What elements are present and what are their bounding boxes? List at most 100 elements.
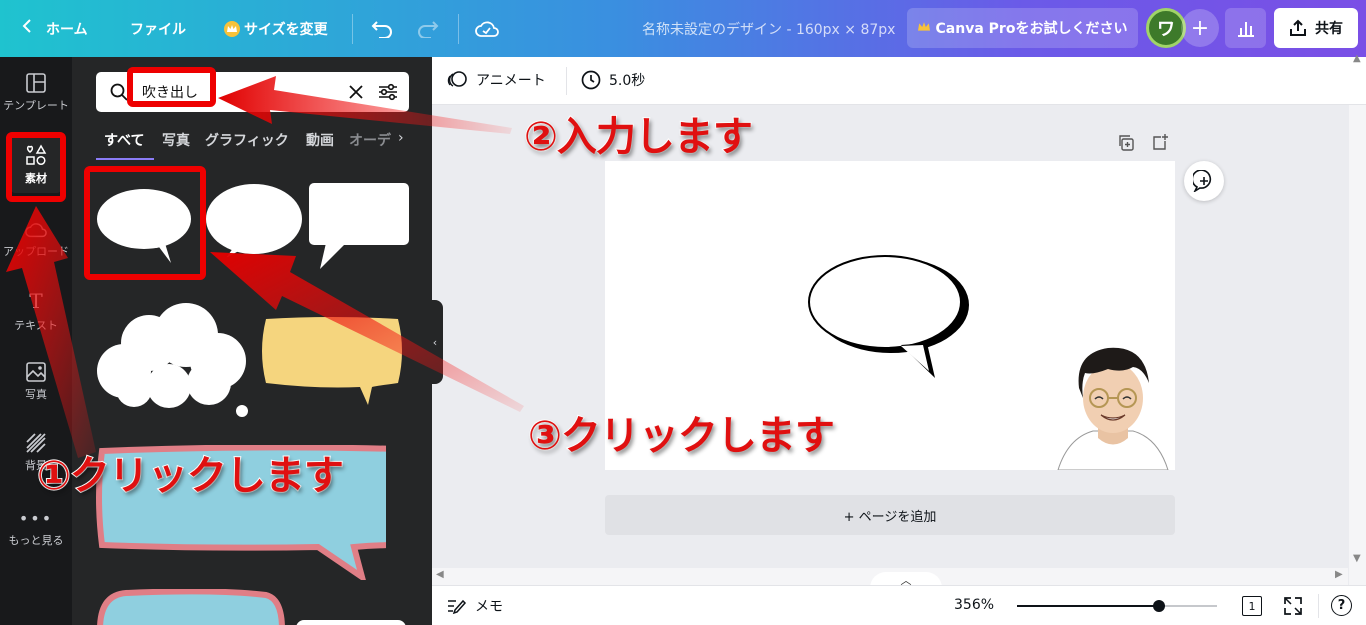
duration-label: 5.0秒: [609, 73, 646, 89]
page-count-button[interactable]: 1: [1242, 596, 1262, 616]
comment-plus-icon: [1193, 170, 1212, 192]
vertical-scrollbar[interactable]: ▲ ▼: [1349, 53, 1366, 585]
collapse-panel-button[interactable]: ‹: [427, 300, 443, 384]
cloud-upload-icon: [25, 223, 47, 238]
animate-label: アニメート: [476, 73, 546, 89]
active-tab-indicator: [96, 158, 154, 160]
blue-speech-bubble-thumb-2[interactable]: [96, 589, 286, 625]
help-question-icon: ?: [1337, 598, 1346, 613]
zoom-slider-handle[interactable]: [1153, 600, 1165, 612]
undo-button[interactable]: [371, 0, 393, 57]
editor-toolbar: アニメート 5.0秒: [432, 57, 1366, 105]
divider: [458, 14, 459, 44]
undo-icon: [371, 20, 392, 38]
annotation-step3: ③クリックします: [527, 412, 836, 460]
scroll-right-icon[interactable]: ▶: [1335, 569, 1343, 580]
fullscreen-icon[interactable]: [1284, 597, 1302, 615]
zoom-slider-fill: [1017, 605, 1159, 607]
notes-button[interactable]: メモ: [447, 596, 503, 616]
tab-videos[interactable]: 動画: [306, 130, 334, 150]
share-label: 共有: [1315, 21, 1343, 37]
chevron-right-icon[interactable]: ›: [398, 130, 404, 146]
insights-button[interactable]: [1225, 8, 1266, 48]
speech-bubble-rect-thumb[interactable]: [308, 183, 410, 271]
share-upload-icon: [1290, 19, 1306, 36]
image-icon: [26, 362, 46, 382]
animate-button[interactable]: アニメート: [446, 70, 546, 90]
add-comment-button[interactable]: [1184, 161, 1224, 201]
page-count: 1: [1248, 599, 1256, 613]
tab-audio[interactable]: オーデ: [349, 130, 391, 150]
yellow-speech-bubble-thumb[interactable]: [256, 315, 408, 407]
speech-bubble-round-thumb[interactable]: [204, 182, 304, 257]
cloud-check-icon: [475, 21, 499, 37]
divider: [566, 67, 567, 95]
home-button[interactable]: ホーム: [22, 0, 88, 57]
clear-icon[interactable]: [348, 84, 364, 100]
redo-icon: [418, 20, 439, 38]
elements-panel: 吹き出し すべて 写真 グラフィック 動画 オーデ ›: [72, 57, 432, 625]
bar-chart-icon: [1237, 22, 1254, 37]
scroll-up-icon[interactable]: ▲: [1353, 53, 1361, 64]
filter-sliders-icon[interactable]: [378, 82, 398, 102]
avatar[interactable]: ワ: [1146, 8, 1186, 48]
bottom-bar: メモ 356% 1 ?: [432, 585, 1366, 625]
rail-item-templates[interactable]: テンプレート: [0, 73, 72, 113]
templates-icon: [26, 73, 46, 93]
file-menu[interactable]: ファイル: [130, 0, 186, 57]
scroll-left-icon[interactable]: ◀: [436, 569, 444, 580]
home-label: ホーム: [46, 21, 88, 38]
speech-bubble-element[interactable]: [805, 253, 975, 383]
file-label: ファイル: [130, 21, 186, 38]
rail-label: テンプレート: [3, 99, 69, 112]
more-dots-icon: •••: [18, 509, 54, 528]
share-button[interactable]: 共有: [1274, 8, 1358, 48]
invite-button[interactable]: +: [1181, 9, 1219, 47]
rail-label: もっと見る: [8, 534, 64, 547]
add-page-label: + ページを追加: [843, 509, 937, 525]
zoom-percentage[interactable]: 356%: [954, 597, 994, 613]
help-button[interactable]: ?: [1331, 595, 1352, 616]
rail-label: テキスト: [14, 319, 58, 332]
document-title[interactable]: 名称未設定のデザイン - 160px × 87px: [642, 0, 895, 57]
thought-bubble-thumb[interactable]: [94, 301, 250, 417]
rail-item-uploads[interactable]: アップロード: [0, 221, 72, 259]
crown-icon: [224, 20, 240, 37]
chevron-left-icon: [22, 18, 32, 39]
annotation-box-search: [127, 67, 216, 107]
search-icon: [110, 83, 128, 101]
zoom-slider[interactable]: [1017, 600, 1217, 612]
rail-label: アップロード: [3, 245, 69, 258]
speech-bubble-thumb-partial[interactable]: [296, 617, 406, 625]
resize-label: サイズを変更: [244, 21, 328, 38]
crown-icon: [917, 20, 930, 36]
redo-button[interactable]: [417, 0, 439, 57]
tab-graphics[interactable]: グラフィック: [205, 130, 289, 150]
annotation-box-elements: [6, 132, 66, 202]
plus-icon: +: [1190, 15, 1210, 41]
rail-item-more[interactable]: ••• もっと見る: [0, 509, 72, 548]
duration-button[interactable]: 5.0秒: [581, 70, 645, 90]
annotation-box-bubble: [84, 166, 206, 280]
rail-label: 写真: [25, 388, 47, 401]
character-illustration[interactable]: [1053, 343, 1173, 470]
cloud-save-status[interactable]: [475, 0, 499, 57]
resize-button[interactable]: サイズを変更: [224, 0, 328, 57]
duplicate-page-icon[interactable]: [1117, 134, 1135, 152]
clock-icon: [581, 70, 601, 90]
try-pro-button[interactable]: Canva Proをお試しください: [907, 8, 1138, 48]
divider: [352, 14, 353, 44]
text-t-icon: T: [29, 289, 43, 313]
annotation-step1: ①クリックします: [36, 452, 345, 500]
tab-photos[interactable]: 写真: [162, 130, 190, 150]
add-page-button[interactable]: + ページを追加: [605, 495, 1175, 535]
avatar-letter: ワ: [1157, 19, 1175, 40]
category-tabs: すべて 写真 グラフィック 動画 オーデ ›: [72, 130, 432, 160]
rail-item-photos[interactable]: 写真: [0, 362, 72, 402]
rail-item-text[interactable]: T テキスト: [0, 289, 72, 333]
tab-all[interactable]: すべて: [104, 130, 144, 150]
try-pro-label: Canva Proをお試しください: [935, 21, 1128, 37]
add-page-icon[interactable]: [1152, 133, 1170, 151]
document-title-text: 名称未設定のデザイン - 160px × 87px: [642, 21, 896, 38]
scroll-down-icon[interactable]: ▼: [1353, 553, 1361, 564]
